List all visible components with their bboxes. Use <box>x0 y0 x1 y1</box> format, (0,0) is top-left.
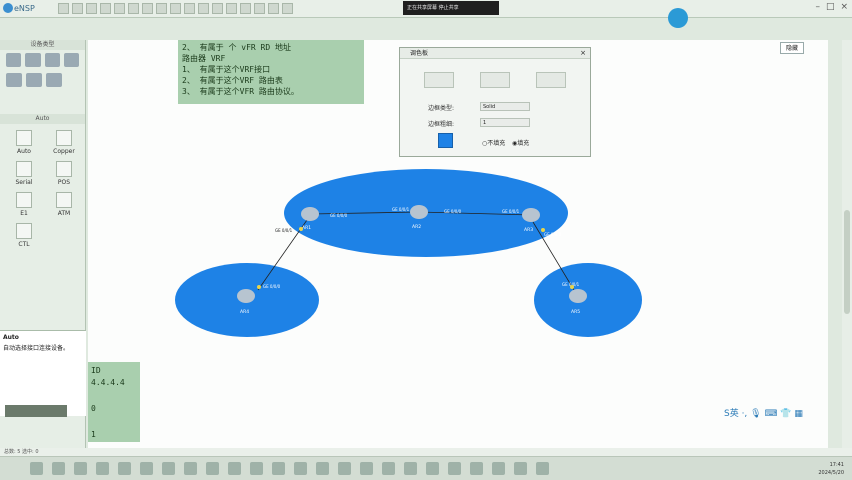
app-icon[interactable] <box>514 462 527 475</box>
status-bar: 总数: 5 选中: 0 <box>0 448 852 456</box>
app-icon[interactable] <box>426 462 439 475</box>
dialog-title: 调色板 <box>400 48 590 59</box>
app-icon[interactable] <box>448 462 461 475</box>
vrf-area-right[interactable] <box>534 263 642 337</box>
app-icon[interactable] <box>206 462 219 475</box>
app-icon[interactable] <box>228 462 241 475</box>
app-icon[interactable] <box>360 462 373 475</box>
interface-label: GE 0/0/0 <box>330 213 348 218</box>
pen-shape-button[interactable] <box>424 72 454 88</box>
app-icon[interactable] <box>250 462 263 475</box>
app-icon[interactable] <box>338 462 351 475</box>
start-menu-icon[interactable] <box>30 462 43 475</box>
border-type-label: 边框类型: <box>428 105 455 112</box>
border-type-select[interactable]: Solid <box>480 102 530 111</box>
app-icon[interactable] <box>404 462 417 475</box>
app-icon[interactable] <box>316 462 329 475</box>
no-fill-radio[interactable]: ○不填充 <box>482 138 505 147</box>
app-icon[interactable] <box>470 462 483 475</box>
search-icon[interactable] <box>52 462 65 475</box>
border-width-select[interactable]: 1 <box>480 118 530 127</box>
ime-toolbar[interactable]: S英 ·, 🎙 ⌨ 👕 ▦ <box>724 406 806 420</box>
browser-icon[interactable] <box>96 462 109 475</box>
fill-radio[interactable]: ◉填充 <box>512 138 529 147</box>
fill-color-swatch[interactable] <box>438 133 453 148</box>
mail-icon[interactable] <box>162 462 175 475</box>
interface-label: GE 0/0/0 <box>444 209 462 214</box>
app-icon[interactable] <box>382 462 395 475</box>
taskbar-clock[interactable]: 17:41 2024/5/20 <box>818 461 844 477</box>
router-label: AR2 <box>412 224 421 230</box>
app-icon[interactable] <box>294 462 307 475</box>
ellipse-shape-button[interactable] <box>536 72 566 88</box>
taskbar-icons <box>30 462 549 475</box>
app-icon[interactable] <box>272 462 285 475</box>
interface-label: GE 0/0/0 <box>263 284 281 289</box>
router-label: AR1 <box>302 225 311 231</box>
router-label: AR3 <box>524 227 533 233</box>
folder-icon[interactable] <box>118 462 131 475</box>
scrollbar-thumb[interactable] <box>844 210 850 314</box>
store-icon[interactable] <box>140 462 153 475</box>
taskbar: 17:41 2024/5/20 <box>0 456 852 480</box>
text-note-secondary[interactable]: ID 4.4.4.4 0 1 <box>88 362 140 442</box>
text-note[interactable]: 2、 有属于 个 vFR RD 地址 路由器 VRF 1、 有属于这个VRF接口… <box>178 40 364 104</box>
rect-shape-button[interactable] <box>480 72 510 88</box>
interface-label: GE 0/0/1 <box>275 228 293 233</box>
router-label: AR5 <box>571 309 580 315</box>
app-icon[interactable] <box>492 462 505 475</box>
app-icon[interactable] <box>184 462 197 475</box>
router-label: AR4 <box>240 309 249 315</box>
app-icon[interactable] <box>536 462 549 475</box>
close-icon[interactable]: × <box>580 49 586 57</box>
interface-label: GE 0/0/1 <box>392 207 410 212</box>
interface-label: GE 0/0/0 <box>544 232 562 237</box>
task-view-icon[interactable] <box>74 462 87 475</box>
hide-button[interactable]: 隐藏 <box>780 42 804 54</box>
interface-label: GE 0/0/1 <box>502 209 520 214</box>
border-width-label: 边框粗细: <box>428 121 455 128</box>
palette-dialog: 调色板 × 边框类型: Solid 边框粗细: 1 ○不填充 ◉填充 <box>399 47 591 157</box>
